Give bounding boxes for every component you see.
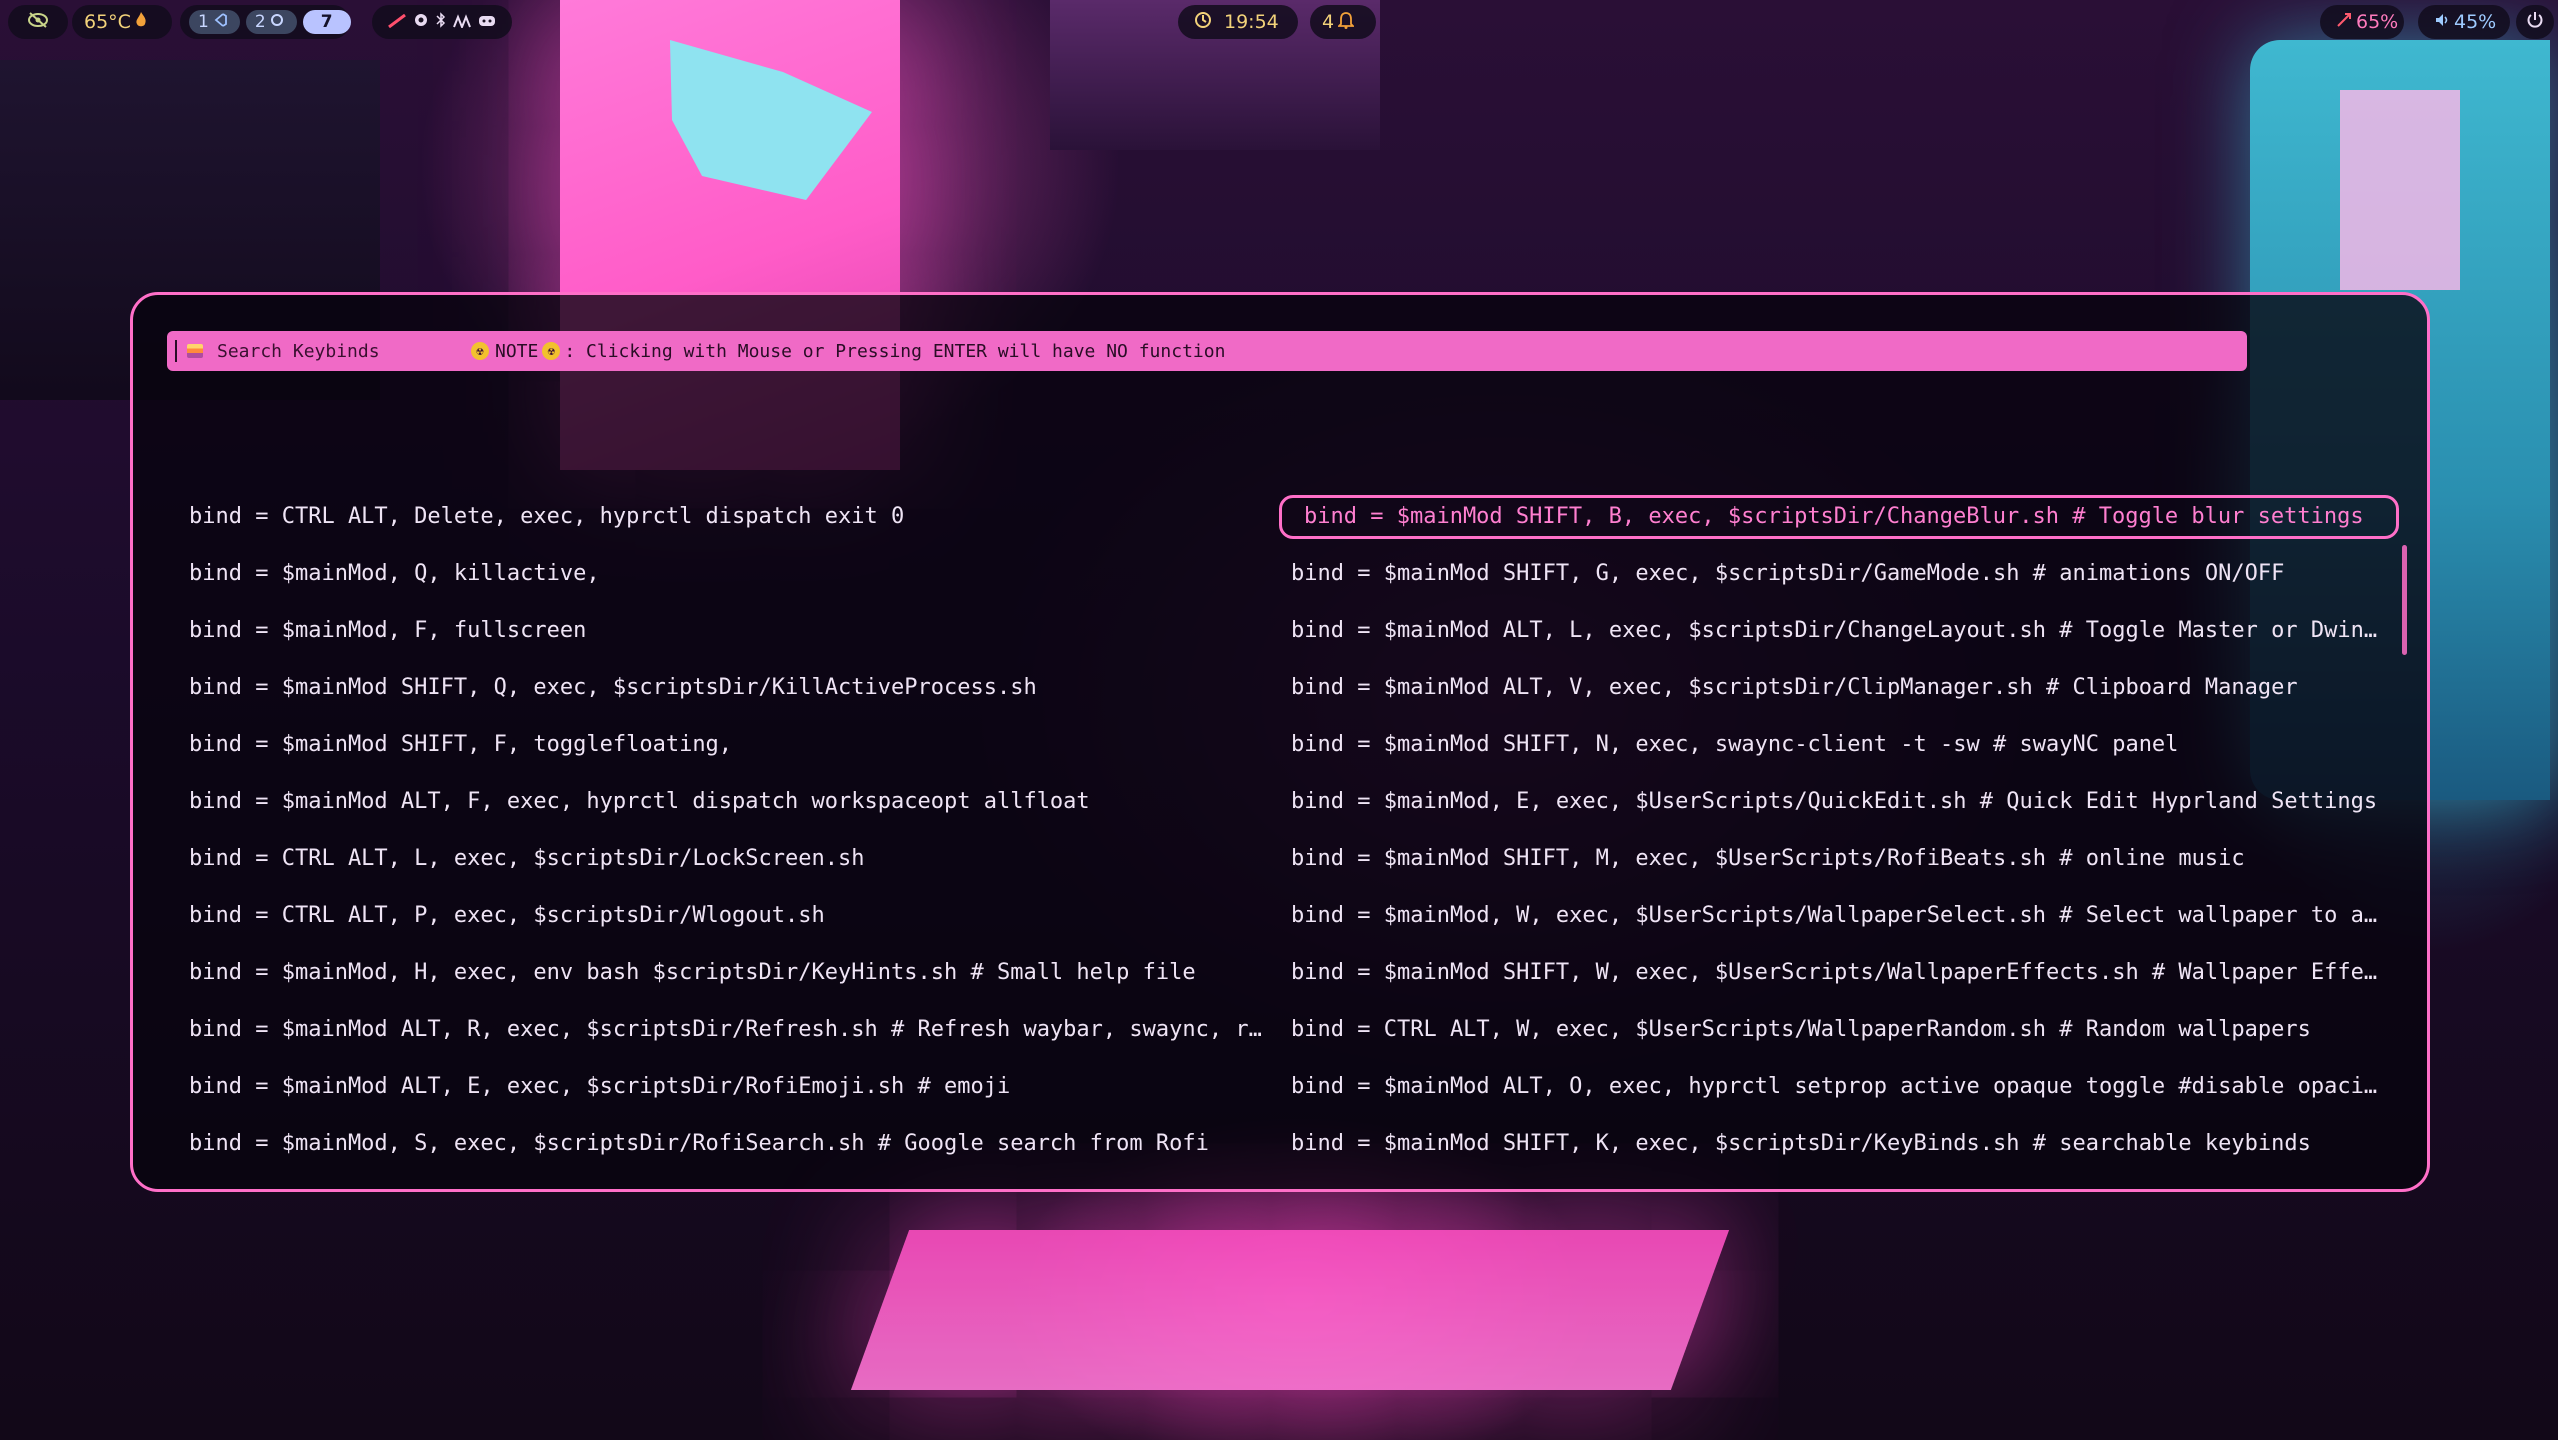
volume-value: 45% [2454,11,2497,33]
list-item[interactable]: bind = $mainMod SHIFT, F, togglefloating… [189,723,1269,767]
discord-icon[interactable] [478,11,496,33]
list-item[interactable]: bind = $mainMod ALT, E, exec, $scriptsDi… [189,1065,1269,1109]
list-item[interactable]: bind = $mainMod SHIFT, M, exec, $UserScr… [1279,837,2519,881]
ubuntu-icon [270,12,284,32]
tray-module [372,5,512,39]
wallpaper-screen-art [2340,90,2460,290]
workspace-button-2[interactable]: 2 [245,10,297,34]
list-scrollbar[interactable] [2402,545,2407,655]
notification-count: 4 [1322,11,1335,33]
clock-time: 19:54 [1224,11,1279,33]
list-item[interactable]: bind = $mainMod ALT, F, exec, hyprctl di… [189,780,1269,824]
bluetooth-icon[interactable] [436,11,446,33]
clock-module[interactable]: 19:54 [1178,5,1298,39]
bell-icon [1336,11,1356,34]
network-icon[interactable] [453,11,472,33]
list-item[interactable]: bind = $mainMod, F, fullscreen [189,609,1269,653]
list-item[interactable]: bind = CTRL ALT, Delete, exec, hyprctl d… [189,495,1269,539]
volume-icon [2434,11,2450,33]
list-item[interactable]: bind = CTRL ALT, P, exec, $scriptsDir/Wl… [189,894,1269,938]
list-item[interactable]: bind = $mainMod SHIFT, Q, exec, $scripts… [189,666,1269,710]
temperature-module[interactable]: 65°C [72,5,172,39]
list-item[interactable]: bind = $mainMod, W, exec, $UserScripts/W… [1279,894,2519,938]
chrome-icon[interactable] [413,11,429,33]
cpu-icon [2336,11,2352,33]
list-item[interactable]: bind = CTRL ALT, L, exec, $scriptsDir/Lo… [189,837,1269,881]
idle-inhibitor-module[interactable] [8,5,68,39]
list-item[interactable]: bind = $mainMod SHIFT, G, exec, $scripts… [1279,552,2519,596]
workspace-button-1[interactable]: 1 [189,10,240,34]
workspaces-module: 1 2 7 [180,5,351,39]
list-item[interactable]: bind = $mainMod, Q, killactive, [189,552,1269,596]
list-item[interactable]: bind = $mainMod SHIFT, K, exec, $scripts… [1279,1122,2519,1166]
list-item[interactable]: bind = $mainMod, E, exec, $UserScripts/Q… [1279,780,2519,824]
cpu-module[interactable]: 65% [2320,5,2404,39]
flame-icon [135,11,147,33]
list-item[interactable]: bind = $mainMod, H, exec, env bash $scri… [189,951,1269,995]
keybind-list: bind = CTRL ALT, Delete, exec, hyprctl d… [133,295,2427,1189]
volume-module[interactable]: 45% [2418,5,2510,39]
eye-slash-icon [27,11,49,34]
wallpaper-floor-light [850,1230,1730,1390]
list-item[interactable]: bind = $mainMod ALT, V, exec, $scriptsDi… [1279,666,2519,710]
power-button[interactable] [2516,5,2554,39]
list-item-selected[interactable]: bind = $mainMod SHIFT, B, exec, $scripts… [1279,495,2399,539]
list-item[interactable]: bind = $mainMod SHIFT, W, exec, $UserScr… [1279,951,2519,995]
list-item[interactable]: bind = CTRL ALT, W, exec, $UserScripts/W… [1279,1008,2519,1052]
notification-module[interactable]: 4 [1310,5,1376,39]
rofi-keybinds-window: Search Keybinds ☢ NOTE ☢ : Clicking with… [130,292,2430,1192]
list-item[interactable]: bind = $mainMod ALT, R, exec, $scriptsDi… [189,1008,1269,1052]
list-item[interactable]: bind = $mainMod, S, exec, $scriptsDir/Ro… [189,1122,1269,1166]
power-icon [2526,11,2544,34]
workspace-button-7[interactable]: 7 [302,10,351,34]
clock-icon [1194,11,1212,34]
steam-icon[interactable] [387,11,406,33]
cpu-value: 65% [2356,11,2399,33]
list-item[interactable]: bind = $mainMod ALT, O, exec, hyprctl se… [1279,1065,2519,1109]
list-item[interactable]: bind = $mainMod ALT, L, exec, $scriptsDi… [1279,609,2519,653]
code-icon [213,12,227,32]
waybar: 65°C 1 2 7 19:54 4 65% 45% [0,0,2558,46]
list-item[interactable]: bind = $mainMod SHIFT, N, exec, swaync-c… [1279,723,2519,767]
temperature-value: 65°C [84,11,131,33]
